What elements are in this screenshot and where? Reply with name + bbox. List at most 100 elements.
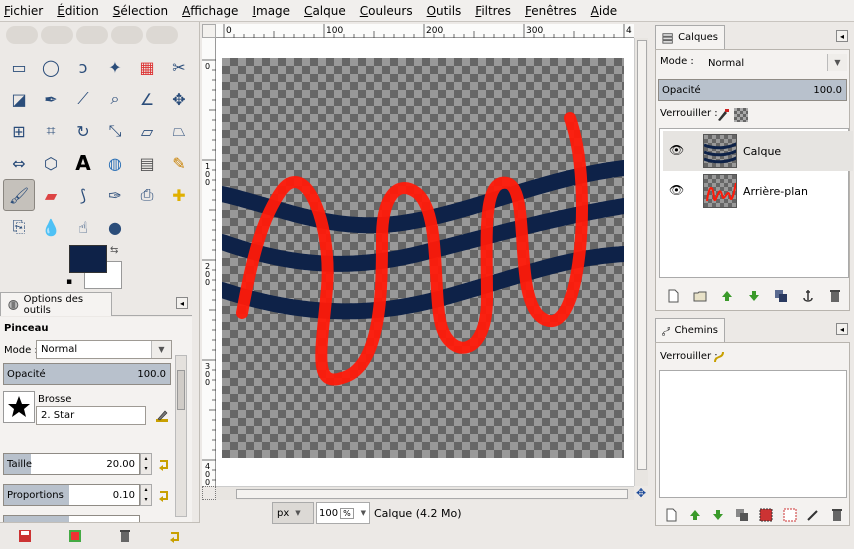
lasso-icon[interactable]: ↄ <box>67 51 99 83</box>
quick-mask-toggle[interactable] <box>202 486 216 500</box>
text-icon[interactable]: A <box>67 147 99 179</box>
menu-item[interactable]: Fenêtres <box>525 4 577 18</box>
menu-item[interactable]: Sélection <box>113 4 168 18</box>
layer-name[interactable]: Arrière-plan <box>743 185 808 198</box>
tab-layers[interactable]: Calques <box>655 25 725 49</box>
paths-list[interactable] <box>659 370 847 498</box>
lower-layer-icon[interactable] <box>747 289 761 303</box>
tab-tool-options[interactable]: Options des outils <box>0 292 112 316</box>
selection-to-path-icon[interactable] <box>783 508 797 522</box>
brush-name-field[interactable]: 2. Star <box>36 406 146 425</box>
duplicate-layer-icon[interactable] <box>774 289 788 303</box>
color-picker-icon[interactable]: ⟋ <box>67 83 99 115</box>
ink-icon[interactable]: ✑ <box>99 179 131 211</box>
size-slider[interactable]: Taille 20.00 <box>3 453 140 475</box>
blur-icon[interactable]: 💧 <box>35 211 67 243</box>
perspective-clone-icon[interactable]: ⎘ <box>3 211 35 243</box>
duplicate-path-icon[interactable] <box>735 508 749 522</box>
eraser-icon[interactable]: ▰ <box>35 179 67 211</box>
heal-icon[interactable]: ✚ <box>163 179 195 211</box>
lock-path-icon[interactable] <box>712 350 726 364</box>
crop-icon[interactable]: ⌗ <box>35 115 67 147</box>
restore-options-icon[interactable] <box>68 529 82 543</box>
reset-options-icon[interactable] <box>168 529 182 543</box>
eye-icon[interactable]: 👁 <box>669 143 684 157</box>
scissors-icon[interactable]: ✂ <box>163 51 195 83</box>
clone-icon[interactable]: ⎙ <box>131 179 163 211</box>
paintbrush-icon[interactable]: 🖌 <box>3 179 35 211</box>
menu-item[interactable]: Couleurs <box>360 4 413 18</box>
tab-menu-button[interactable]: ◂ <box>176 297 188 309</box>
new-path-icon[interactable] <box>664 508 678 522</box>
menu-item[interactable]: Outils <box>427 4 462 18</box>
bucket-fill-icon[interactable]: ◍ <box>99 147 131 179</box>
canvas-horizontal-scrollbar[interactable] <box>216 486 634 500</box>
lower-path-icon[interactable] <box>711 508 725 522</box>
canvas-vertical-scrollbar[interactable] <box>634 38 648 486</box>
scale-icon[interactable]: ⤡ <box>99 115 131 147</box>
eye-icon[interactable]: 👁 <box>669 183 684 197</box>
foreground-select-icon[interactable]: ◪ <box>3 83 35 115</box>
paths-tab-menu-button[interactable]: ◂ <box>836 323 848 335</box>
mode-select[interactable]: Normal ▼ <box>36 340 172 359</box>
gradient-icon[interactable]: ▤ <box>131 147 163 179</box>
canvas-area[interactable] <box>216 38 634 486</box>
dodge-burn-icon[interactable]: ● <box>99 211 131 243</box>
perspective-icon[interactable]: ⏢ <box>163 115 195 147</box>
raise-layer-icon[interactable] <box>720 289 734 303</box>
measure-icon[interactable]: ∠ <box>131 83 163 115</box>
flip-icon[interactable]: ⇔ <box>3 147 35 179</box>
aspect-ratio-slider[interactable]: Proportions 0.10 <box>3 484 140 506</box>
menu-item[interactable]: Calque <box>304 4 346 18</box>
default-colors-icon[interactable]: ▪ <box>66 277 72 287</box>
tab-paths[interactable]: Chemins <box>655 318 725 342</box>
smudge-icon[interactable]: ☝ <box>67 211 99 243</box>
size-spinner[interactable]: ▴ ▾ <box>140 453 152 475</box>
stroke-path-icon[interactable] <box>806 508 820 522</box>
move-icon[interactable]: ✥ <box>163 83 195 115</box>
unit-select[interactable]: px ▼ <box>272 502 314 524</box>
reset-size-icon[interactable] <box>157 457 171 471</box>
menu-item[interactable]: Aide <box>591 4 618 18</box>
menu-item[interactable]: Affichage <box>182 4 238 18</box>
airbrush-icon[interactable]: ⟆ <box>67 179 99 211</box>
lock-alpha-icon[interactable] <box>734 108 748 122</box>
layers-mode-select[interactable]: Normal ▼ <box>704 54 847 73</box>
layer-name[interactable]: Calque <box>743 145 781 158</box>
color-select-icon[interactable]: ▦ <box>131 51 163 83</box>
swap-colors-icon[interactable]: ⇆ <box>110 245 118 256</box>
rotate-icon[interactable]: ↻ <box>67 115 99 147</box>
brush-preview[interactable] <box>3 391 35 423</box>
save-options-icon[interactable] <box>18 529 32 543</box>
path-to-selection-icon[interactable] <box>759 508 773 522</box>
tool-options-scrollbar[interactable] <box>175 355 187 517</box>
cage-icon[interactable]: ⬡ <box>35 147 67 179</box>
anchor-layer-icon[interactable] <box>801 289 815 303</box>
vertical-ruler[interactable]: 0100200300400 <box>202 38 216 487</box>
delete-options-icon[interactable] <box>118 529 132 543</box>
layer-row[interactable]: 👁 Calque <box>663 131 853 171</box>
menu-item[interactable]: Fichier <box>4 4 43 18</box>
layers-tab-menu-button[interactable]: ◂ <box>836 30 848 42</box>
zoom-icon[interactable]: ⌕ <box>99 83 131 115</box>
new-layer-group-icon[interactable] <box>693 289 707 303</box>
layer-row[interactable]: 👁 Arrière-plan <box>663 171 853 211</box>
edit-brush-icon[interactable] <box>155 409 169 423</box>
foreground-color-swatch[interactable] <box>69 245 107 273</box>
menu-item[interactable]: Filtres <box>475 4 511 18</box>
navigate-icon[interactable]: ✥ <box>634 486 648 500</box>
shear-icon[interactable]: ▱ <box>131 115 163 147</box>
delete-layer-icon[interactable] <box>828 289 842 303</box>
aspect-ratio-spinner[interactable]: ▴ ▾ <box>140 484 152 506</box>
ellipse-select-icon[interactable]: ◯ <box>35 51 67 83</box>
raise-path-icon[interactable] <box>688 508 702 522</box>
lock-pixels-icon[interactable] <box>716 108 730 122</box>
align-icon[interactable]: ⊞ <box>3 115 35 147</box>
fuzzy-select-icon[interactable]: ✦ <box>99 51 131 83</box>
menu-item[interactable]: Image <box>252 4 290 18</box>
paths-icon[interactable]: ✒ <box>35 83 67 115</box>
menu-item[interactable]: Édition <box>57 4 99 18</box>
image-canvas[interactable] <box>216 58 632 458</box>
pencil-icon[interactable]: ✎ <box>163 147 195 179</box>
new-layer-icon[interactable] <box>666 289 680 303</box>
